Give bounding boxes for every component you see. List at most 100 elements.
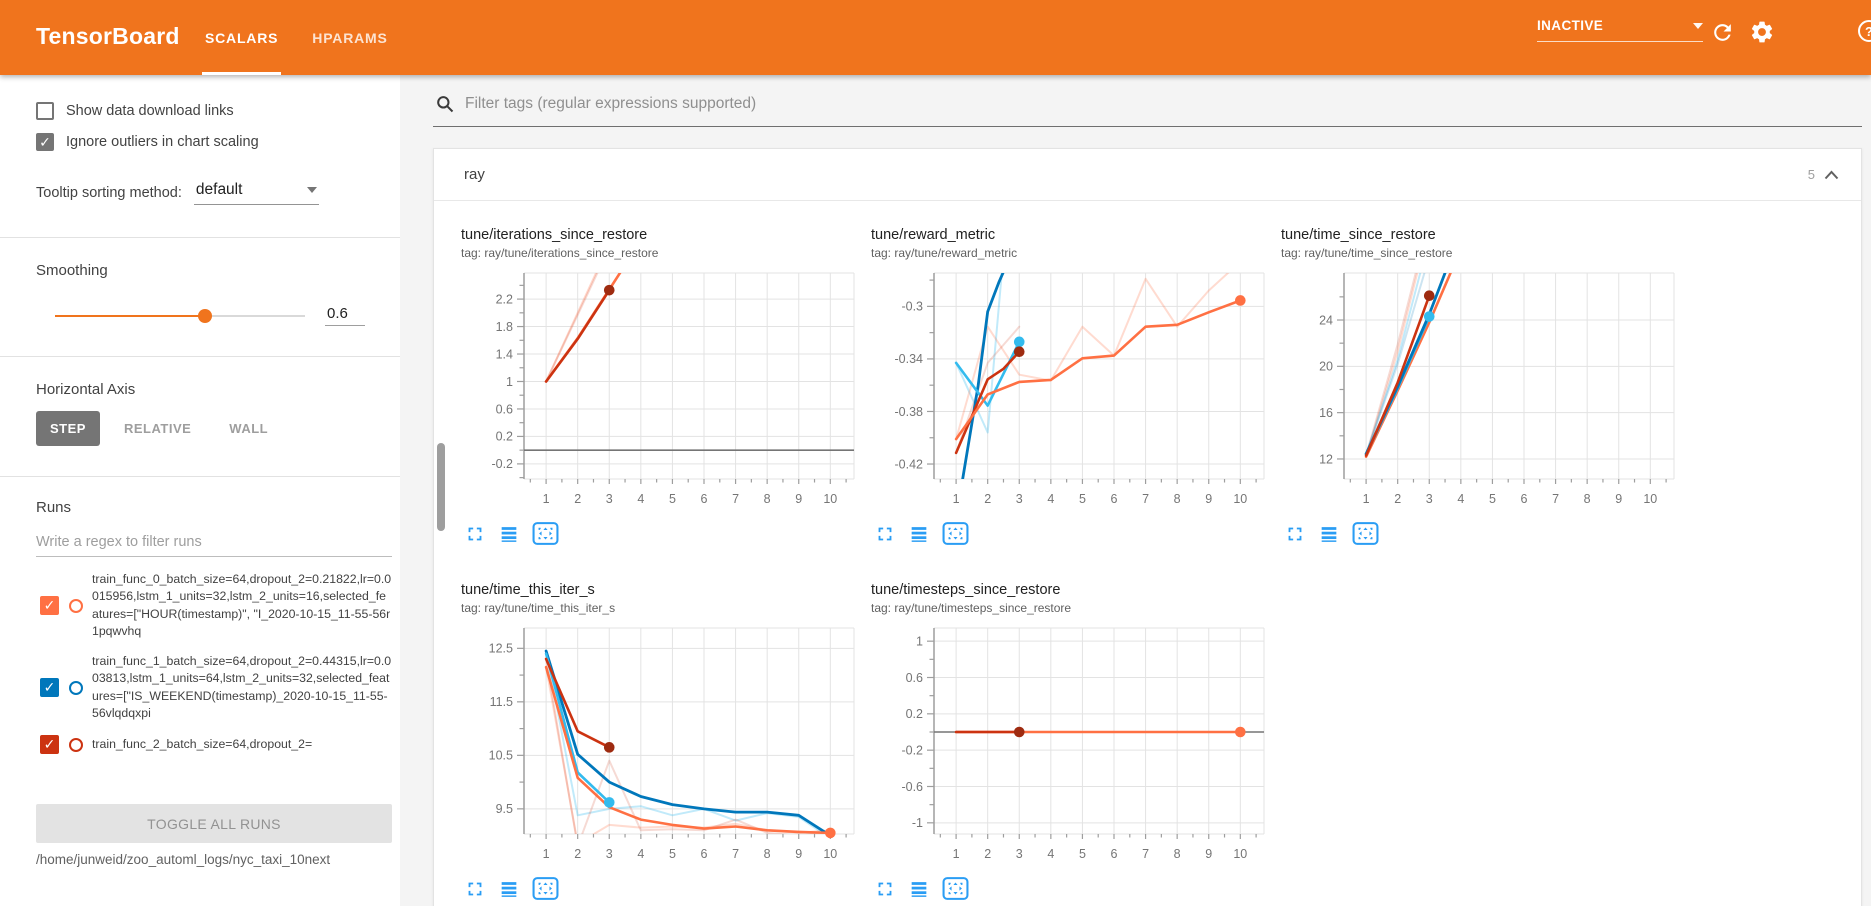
- tag-filter: [433, 85, 1862, 127]
- checkbox-ignore-outliers[interactable]: ✓ Ignore outliers in chart scaling: [36, 133, 400, 151]
- toggle-all-runs-button[interactable]: TOGGLE ALL RUNS: [36, 804, 392, 843]
- horizontal-bars-icon[interactable]: [908, 523, 930, 545]
- fullscreen-icon[interactable]: [874, 878, 896, 900]
- smoothing-slider[interactable]: [55, 315, 305, 317]
- svg-text:1: 1: [953, 492, 960, 506]
- svg-text:7: 7: [732, 847, 739, 861]
- fullscreen-icon[interactable]: [464, 523, 486, 545]
- svg-text:5: 5: [1079, 847, 1086, 861]
- svg-text:-0.34: -0.34: [895, 352, 924, 366]
- svg-text:-1: -1: [912, 816, 923, 830]
- chart-plot[interactable]: 2.21.81.410.60.2-0.212345678910: [458, 267, 858, 519]
- axis-button-step[interactable]: STEP: [36, 411, 100, 446]
- svg-text:-0.6: -0.6: [901, 780, 923, 794]
- run-checkbox[interactable]: ✓: [40, 678, 59, 697]
- chart-plot[interactable]: 12.511.510.59.512345678910: [458, 622, 858, 874]
- svg-text:10: 10: [823, 492, 837, 506]
- chart-title: tune/iterations_since_restore: [461, 227, 858, 243]
- horizontal-bars-icon[interactable]: [498, 523, 520, 545]
- fullscreen-icon[interactable]: [1284, 523, 1306, 545]
- svg-text:6: 6: [1111, 492, 1118, 506]
- chevron-up-icon[interactable]: [1824, 170, 1839, 180]
- svg-text:2.2: 2.2: [496, 292, 513, 306]
- svg-text:10.5: 10.5: [489, 749, 513, 763]
- run-label: train_func_1_batch_size=64,dropout_2=0.4…: [92, 653, 392, 722]
- svg-text:4: 4: [1457, 492, 1464, 506]
- tooltip-sorting-label: Tooltip sorting method:: [36, 185, 182, 205]
- svg-text:8: 8: [1584, 492, 1591, 506]
- svg-text:3: 3: [1016, 847, 1023, 861]
- slider-thumb[interactable]: [198, 309, 212, 323]
- fit-domain-icon[interactable]: [532, 876, 559, 901]
- chart-plot[interactable]: -0.3-0.34-0.38-0.4212345678910: [868, 267, 1268, 519]
- runs-filter-input[interactable]: [36, 530, 392, 557]
- chart-toolbar: [874, 521, 1268, 546]
- help-icon[interactable]: ?: [1858, 20, 1871, 42]
- checkbox-icon[interactable]: ✓: [36, 133, 54, 151]
- svg-text:1: 1: [543, 847, 550, 861]
- svg-text:9: 9: [1205, 847, 1212, 861]
- chart-plot[interactable]: 10.60.2-0.2-0.6-112345678910: [868, 622, 1268, 874]
- svg-text:10: 10: [823, 847, 837, 861]
- axis-button-relative[interactable]: RELATIVE: [110, 411, 205, 446]
- run-checkbox[interactable]: ✓: [40, 596, 59, 615]
- fullscreen-icon[interactable]: [464, 878, 486, 900]
- chart-tag: tag: ray/tune/time_since_restore: [1281, 246, 1678, 260]
- checkbox-icon[interactable]: ✓: [36, 102, 54, 120]
- svg-text:6: 6: [701, 847, 708, 861]
- svg-text:8: 8: [764, 847, 771, 861]
- fit-domain-icon[interactable]: [942, 876, 969, 901]
- chart-card: tune/time_this_iter_stag: ray/tune/time_…: [458, 582, 858, 901]
- chart-title: tune/reward_metric: [871, 227, 1268, 243]
- fit-domain-icon[interactable]: [1352, 521, 1379, 546]
- axis-button-wall[interactable]: WALL: [215, 411, 282, 446]
- svg-text:10: 10: [1643, 492, 1657, 506]
- horizontal-bars-icon[interactable]: [1318, 523, 1340, 545]
- checkbox-show-download-links[interactable]: ✓ Show data download links: [36, 102, 400, 120]
- fullscreen-icon[interactable]: [874, 523, 896, 545]
- svg-text:1: 1: [916, 634, 923, 648]
- chart-tag: tag: ray/tune/timesteps_since_restore: [871, 601, 1268, 615]
- chart-tag: tag: ray/tune/time_this_iter_s: [461, 601, 858, 615]
- chart-card: tune/timesteps_since_restoretag: ray/tun…: [868, 582, 1268, 901]
- tag-group-card: ray 5 tune/iterations_since_restore tag: …: [433, 148, 1862, 906]
- horizontal-bars-icon[interactable]: [498, 878, 520, 900]
- svg-text:10: 10: [1233, 847, 1247, 861]
- fit-domain-icon[interactable]: [532, 521, 559, 546]
- tag-group-header[interactable]: ray 5: [434, 149, 1861, 201]
- svg-text:9: 9: [795, 492, 802, 506]
- svg-text:4: 4: [1047, 847, 1054, 861]
- tooltip-sorting-select[interactable]: default: [194, 181, 319, 205]
- run-list-item[interactable]: ✓ train_func_1_batch_size=64,dropout_2=0.…: [36, 653, 400, 722]
- tab-scalars[interactable]: SCALARS: [188, 0, 295, 75]
- run-radio[interactable]: [69, 681, 83, 695]
- horizontal-bars-icon[interactable]: [908, 878, 930, 900]
- run-radio[interactable]: [69, 738, 83, 752]
- svg-text:8: 8: [764, 492, 771, 506]
- tag-filter-input[interactable]: [465, 89, 1858, 119]
- run-list-item[interactable]: ✓train_func_2_batch_size=64,dropout_2=: [36, 735, 400, 754]
- gear-icon[interactable]: [1749, 19, 1775, 45]
- refresh-icon[interactable]: [1710, 20, 1735, 45]
- svg-text:2: 2: [574, 492, 581, 506]
- tag-group-title: ray: [464, 166, 485, 183]
- status-dropdown[interactable]: INACTIVE: [1537, 18, 1703, 42]
- svg-text:3: 3: [1426, 492, 1433, 506]
- tab-hparams[interactable]: HPARAMS: [295, 0, 404, 75]
- sidebar: ✓ Show data download links ✓ Ignore outl…: [0, 75, 400, 906]
- svg-text:2: 2: [574, 847, 581, 861]
- fit-domain-icon[interactable]: [942, 521, 969, 546]
- run-radio[interactable]: [69, 599, 83, 613]
- log-directory-path: /home/junweid/zoo_automl_logs/nyc_taxi_1…: [36, 851, 341, 869]
- svg-text:-0.38: -0.38: [895, 405, 924, 419]
- svg-text:-0.42: -0.42: [895, 457, 924, 471]
- run-checkbox[interactable]: ✓: [40, 735, 59, 754]
- chart-plot[interactable]: 2420161212345678910: [1278, 267, 1678, 519]
- smoothing-value[interactable]: 0.6: [325, 305, 365, 326]
- svg-text:6: 6: [1111, 847, 1118, 861]
- scrollbar-thumb[interactable]: [437, 443, 445, 531]
- svg-text:9: 9: [1615, 492, 1622, 506]
- svg-text:3: 3: [606, 492, 613, 506]
- run-list-item[interactable]: ✓train_func_0_batch_size=64,dropout_2=0.…: [36, 571, 400, 640]
- svg-text:-0.2: -0.2: [491, 457, 513, 471]
